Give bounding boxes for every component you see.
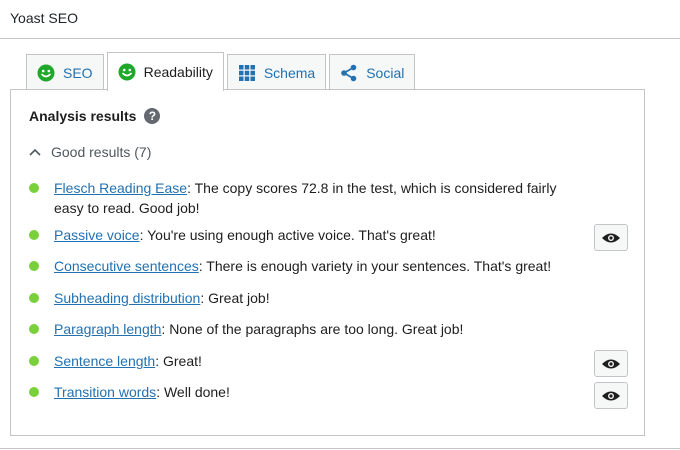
tab-schema-label: Schema bbox=[263, 64, 316, 81]
result-item-paragraph-length: Paragraph length: None of the paragraphs… bbox=[29, 319, 589, 339]
good-results-toggle[interactable]: Good results (7) bbox=[29, 144, 151, 160]
good-bullet-icon bbox=[29, 356, 39, 366]
result-item-transition-words: Transition words: Well done! bbox=[29, 382, 589, 402]
flesch-reading-ease-link[interactable]: Flesch Reading Ease bbox=[54, 180, 187, 196]
result-message: : Great job! bbox=[200, 290, 270, 306]
result-text: Flesch Reading Ease: The copy scores 72.… bbox=[54, 178, 589, 218]
analysis-heading-text: Analysis results bbox=[29, 108, 137, 124]
result-message: : Well done! bbox=[156, 384, 230, 400]
tab-seo-label: SEO bbox=[63, 64, 93, 81]
result-item-flesch: Flesch Reading Ease: The copy scores 72.… bbox=[29, 178, 589, 218]
tab-bar: SEO Readability Schema Social bbox=[26, 52, 416, 91]
subheading-distribution-link[interactable]: Subheading distribution bbox=[54, 290, 200, 306]
chevron-up-icon bbox=[29, 148, 41, 156]
eye-icon bbox=[602, 391, 620, 400]
tab-seo[interactable]: SEO bbox=[26, 54, 104, 90]
good-bullet-icon bbox=[29, 183, 39, 193]
transition-words-link[interactable]: Transition words bbox=[54, 384, 156, 400]
result-message: : Great! bbox=[155, 353, 202, 369]
consecutive-sentences-link[interactable]: Consecutive sentences bbox=[54, 258, 199, 274]
result-text: Sentence length: Great! bbox=[54, 351, 589, 371]
tab-readability-label: Readability bbox=[143, 64, 213, 80]
analysis-heading: Analysis results ? bbox=[29, 108, 161, 124]
highlight-transition-words-button[interactable] bbox=[594, 382, 628, 409]
result-text: Passive voice: You're using enough activ… bbox=[54, 225, 589, 245]
result-item-sentence-length: Sentence length: Great! bbox=[29, 351, 589, 371]
result-text: Consecutive sentences: There is enough v… bbox=[54, 256, 589, 276]
good-bullet-icon bbox=[29, 293, 39, 303]
top-divider bbox=[0, 38, 680, 39]
help-icon[interactable]: ? bbox=[144, 108, 161, 124]
result-message: : There is enough variety in your senten… bbox=[198, 258, 552, 274]
good-bullet-icon bbox=[29, 387, 39, 397]
tab-schema[interactable]: Schema bbox=[226, 54, 327, 90]
highlight-passive-voice-button[interactable] bbox=[594, 224, 628, 251]
share-icon bbox=[341, 64, 357, 81]
tab-readability[interactable]: Readability bbox=[106, 52, 224, 91]
good-bullet-icon bbox=[29, 230, 39, 240]
result-item-consecutive-sentences: Consecutive sentences: There is enough v… bbox=[29, 256, 589, 276]
result-text: Subheading distribution: Great job! bbox=[54, 288, 589, 308]
yoast-panel-title: Yoast SEO bbox=[10, 10, 78, 26]
highlight-sentence-length-button[interactable] bbox=[594, 350, 628, 377]
tab-social[interactable]: Social bbox=[329, 54, 416, 90]
paragraph-length-link[interactable]: Paragraph length bbox=[54, 321, 161, 337]
smiley-icon bbox=[118, 63, 136, 81]
good-results-label: Good results (7) bbox=[51, 144, 152, 160]
analysis-panel: Analysis results ? Good results (7) Fles… bbox=[10, 89, 645, 436]
sentence-length-link[interactable]: Sentence length bbox=[54, 353, 155, 369]
bottom-divider bbox=[0, 448, 680, 449]
result-item-passive-voice: Passive voice: You're using enough activ… bbox=[29, 225, 589, 245]
grid-icon bbox=[238, 64, 255, 81]
passive-voice-link[interactable]: Passive voice bbox=[54, 227, 140, 243]
result-text: Transition words: Well done! bbox=[54, 382, 589, 402]
eye-icon bbox=[602, 359, 620, 368]
result-message: : You're using enough active voice. That… bbox=[139, 227, 436, 243]
result-text: Paragraph length: None of the paragraphs… bbox=[54, 319, 589, 339]
eye-icon bbox=[602, 233, 620, 242]
good-bullet-icon bbox=[29, 324, 39, 334]
result-message: : None of the paragraphs are too long. G… bbox=[161, 321, 464, 337]
smiley-icon bbox=[37, 64, 55, 81]
good-bullet-icon bbox=[29, 261, 39, 271]
tab-social-label: Social bbox=[366, 64, 405, 81]
result-item-subheading-distribution: Subheading distribution: Great job! bbox=[29, 288, 589, 308]
